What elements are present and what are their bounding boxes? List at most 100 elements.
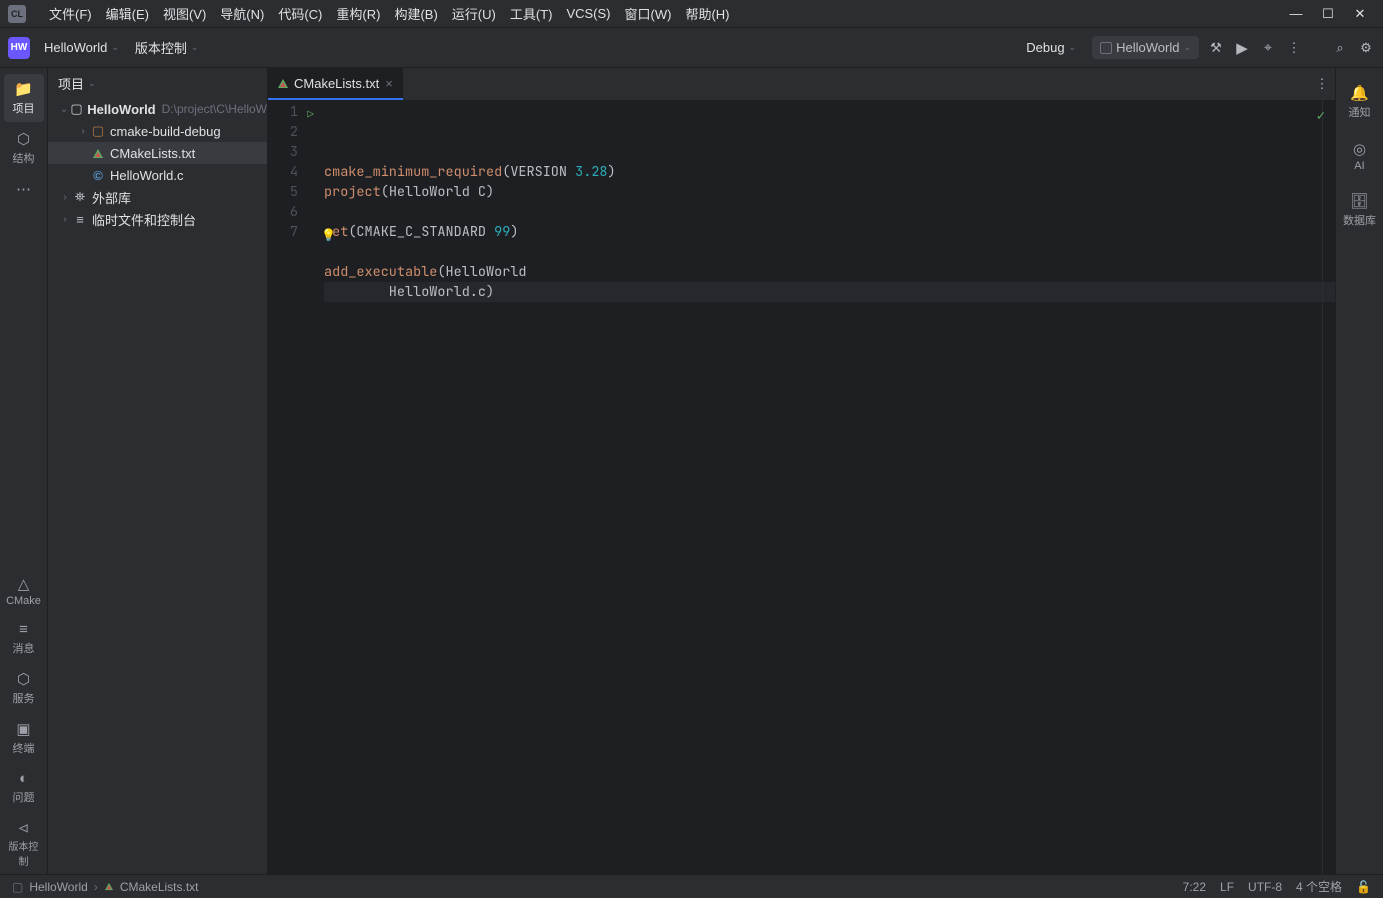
search-icon[interactable]: ⌕ <box>1331 40 1349 56</box>
chevron-down-icon: ⌄ <box>1069 42 1077 53</box>
project-dropdown[interactable]: HelloWorld ⌄ <box>36 36 127 59</box>
menu-run[interactable]: 运行(U) <box>445 4 503 23</box>
debug-label: Debug <box>1026 40 1064 55</box>
toolstrip-notifications[interactable]: 🔔通知 <box>1340 78 1380 126</box>
tree-file-cmake[interactable]: CMakeLists.txt <box>48 142 267 164</box>
toolstrip-messages[interactable]: ≡消息 <box>4 615 44 662</box>
tree-label: HelloWorld.c <box>110 168 183 183</box>
target-icon <box>1100 42 1112 54</box>
lock-icon[interactable]: 🔓 <box>1356 880 1371 894</box>
toolstrip-services[interactable]: ⬡服务 <box>4 664 44 712</box>
editor-tabs: CMakeLists.txt × ⋮ <box>268 68 1335 100</box>
chevron-right-icon[interactable]: › <box>76 126 90 137</box>
project-badge: HW <box>8 37 30 59</box>
status-position[interactable]: 7:22 <box>1183 880 1206 894</box>
vcs-label: 版本控制 <box>135 38 187 57</box>
project-header[interactable]: 项目 ⌄ <box>48 68 267 98</box>
toolstrip-label: AI <box>1354 160 1364 172</box>
code-editor[interactable]: 1▷234567💡 cmake_minimum_required(VERSION… <box>268 100 1335 874</box>
tree-folder[interactable]: › ▢ cmake-build-debug <box>48 120 267 142</box>
right-toolstrip: 🔔通知 ◎ AI 🗄数据库 <box>1335 68 1383 874</box>
project-name: HelloWorld <box>44 40 107 55</box>
cmake-icon <box>278 76 288 91</box>
toolstrip-label: 项目 <box>13 103 35 115</box>
chevron-right-icon[interactable]: › <box>58 214 72 225</box>
editor-tab[interactable]: CMakeLists.txt × <box>268 68 403 100</box>
toolstrip-terminal[interactable]: ▣终端 <box>4 714 44 762</box>
minimize-button[interactable]: — <box>1289 6 1303 22</box>
chevron-down-icon: ⌄ <box>88 78 96 89</box>
breadcrumb-item[interactable]: HelloWorld <box>29 880 87 894</box>
tree-scratches[interactable]: › ≡ 临时文件和控制台 <box>48 208 267 230</box>
status-indent[interactable]: 4 个空格 <box>1296 878 1342 895</box>
menu-edit[interactable]: 编辑(E) <box>99 4 156 23</box>
scratch-icon: ≡ <box>72 212 88 227</box>
chevron-down-icon: ⌄ <box>191 42 199 53</box>
menu-code[interactable]: 代码(C) <box>271 4 329 23</box>
menu-refactor[interactable]: 重构(R) <box>329 4 387 23</box>
tree-path: D:\project\C\HelloWorld <box>162 102 267 116</box>
tree-label: CMakeLists.txt <box>110 146 195 161</box>
problems-icon: ◐ <box>6 770 42 787</box>
chevron-down-icon: ⌄ <box>1183 42 1191 53</box>
more-icon: ⋯ <box>6 180 42 198</box>
toolstrip-vcs[interactable]: ⏿版本控制 <box>4 813 44 874</box>
maximize-button[interactable]: ☐ <box>1321 6 1335 22</box>
toolstrip-structure[interactable]: ⬡结构 <box>4 124 44 172</box>
cmake-icon <box>104 880 114 894</box>
chevron-down-icon[interactable]: ⌄ <box>58 104 70 115</box>
chevron-right-icon: › <box>94 880 98 894</box>
toolstrip-problems[interactable]: ◐ 问题 <box>4 764 44 811</box>
cmake-icon <box>90 146 106 161</box>
hammer-icon[interactable]: ⚒ <box>1207 40 1225 56</box>
menu-build[interactable]: 构建(B) <box>387 4 444 23</box>
tree-external-libs[interactable]: › ⛯ 外部库 <box>48 186 267 208</box>
vcs-dropdown[interactable]: 版本控制 ⌄ <box>127 34 207 61</box>
menu-window[interactable]: 窗口(W) <box>618 4 679 23</box>
build-config-dropdown[interactable]: Debug ⌄ <box>1018 36 1084 59</box>
tab-menu-icon[interactable]: ⋮ <box>1309 68 1335 100</box>
toolstrip-more[interactable]: ⋯ <box>4 174 44 206</box>
toolstrip-project[interactable]: 📁项目 <box>4 74 44 122</box>
tree-label: 外部库 <box>92 188 131 207</box>
breadcrumb-item[interactable]: CMakeLists.txt <box>120 880 199 894</box>
menu-tools[interactable]: 工具(T) <box>503 4 560 23</box>
menu-file[interactable]: 文件(F) <box>42 4 99 23</box>
tree-file-c[interactable]: © HelloWorld.c <box>48 164 267 186</box>
run-icon[interactable]: ▶ <box>1233 39 1251 57</box>
toolstrip-database[interactable]: 🗄数据库 <box>1340 186 1380 234</box>
toolstrip-label: 数据库 <box>1343 215 1376 227</box>
code-content[interactable]: cmake_minimum_required(VERSION 3.28)proj… <box>316 100 1335 874</box>
toolstrip-label: 终端 <box>13 743 35 755</box>
tree-label: cmake-build-debug <box>110 124 221 139</box>
folder-icon: ▢ <box>90 123 106 139</box>
settings-icon[interactable]: ⚙ <box>1357 40 1375 56</box>
check-icon[interactable]: ✓ <box>1317 106 1325 126</box>
toolstrip-cmake[interactable]: △CMake <box>4 569 44 613</box>
chevron-down-icon: ⌄ <box>111 42 119 53</box>
menu-help[interactable]: 帮助(H) <box>678 4 736 23</box>
toolstrip-label: 服务 <box>13 693 35 705</box>
toolstrip-ai[interactable]: ◎ AI <box>1340 134 1380 178</box>
more-icon[interactable]: ⋮ <box>1285 40 1303 56</box>
menu-view[interactable]: 视图(V) <box>156 4 213 23</box>
chevron-right-icon[interactable]: › <box>58 192 72 203</box>
vcs-icon: ⏿ <box>6 819 42 836</box>
menu-navigate[interactable]: 导航(N) <box>213 4 271 23</box>
editor-area: CMakeLists.txt × ⋮ 1▷234567💡 cmake_minim… <box>268 68 1335 874</box>
close-button[interactable]: ✕ <box>1353 6 1367 22</box>
debug-bug-icon[interactable]: ⌖ <box>1259 39 1277 56</box>
toolstrip-label: 通知 <box>1349 107 1371 119</box>
tree-root[interactable]: ⌄ ▢ HelloWorld D:\project\C\HelloWorld <box>48 98 267 120</box>
run-config-label: HelloWorld <box>1116 40 1179 55</box>
close-icon[interactable]: × <box>385 76 393 91</box>
c-file-icon: © <box>90 168 106 183</box>
menu-vcs[interactable]: VCS(S) <box>559 6 617 21</box>
toolstrip-label: 问题 <box>13 792 35 804</box>
right-margin <box>1322 100 1323 874</box>
status-line-separator[interactable]: LF <box>1220 880 1234 894</box>
toolstrip-label: CMake <box>6 595 41 607</box>
status-encoding[interactable]: UTF-8 <box>1248 880 1282 894</box>
run-config-dropdown[interactable]: HelloWorld ⌄ <box>1092 36 1199 59</box>
ai-icon: ◎ <box>1342 140 1378 158</box>
